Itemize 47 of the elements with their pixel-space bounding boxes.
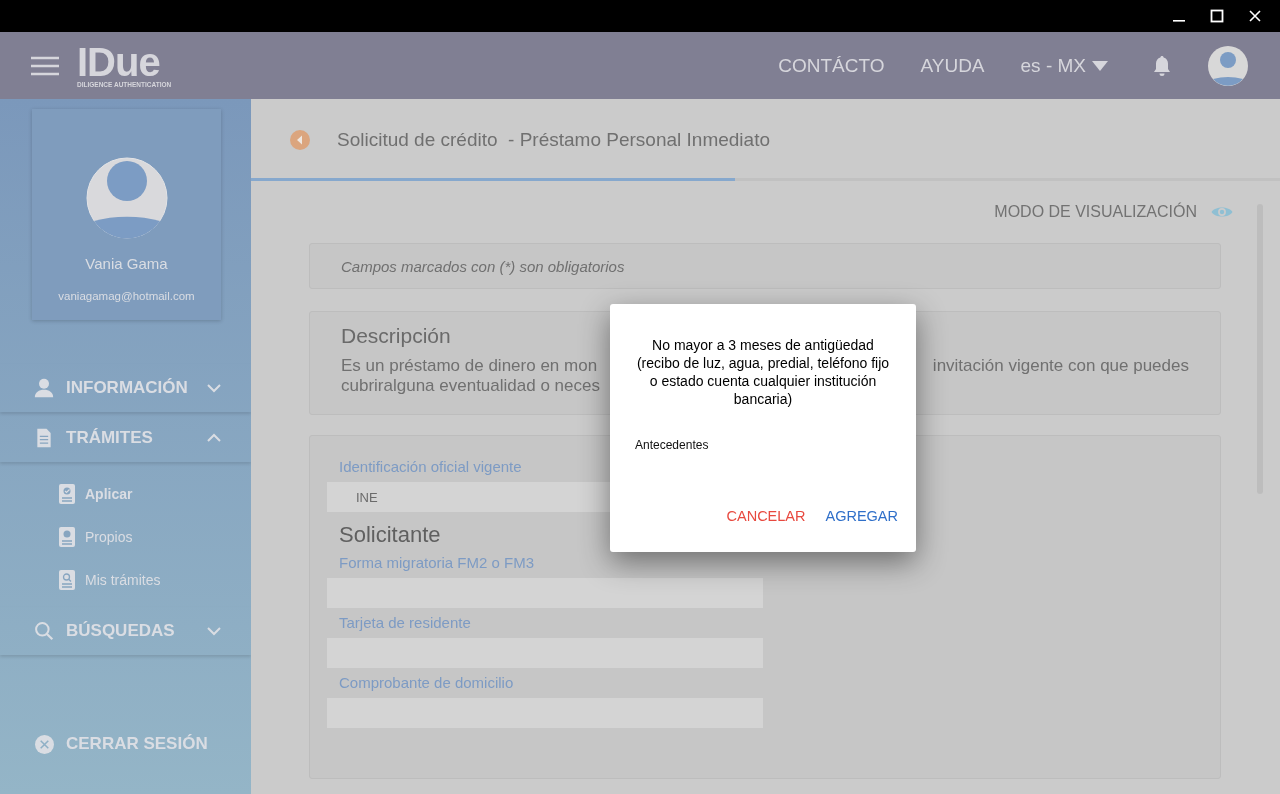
- menu-section[interactable]: INFORMACIÓN: [0, 364, 251, 412]
- bell-icon[interactable]: [1152, 54, 1172, 77]
- id-card-icon: [59, 483, 75, 504]
- field-label: Antecedentes: [634, 438, 710, 452]
- close-icon[interactable]: [1248, 9, 1262, 23]
- close-circle-icon: [35, 734, 54, 754]
- submenu-item[interactable]: Mis trámites: [59, 558, 251, 601]
- page-title: Solicitud de crédito - Préstamo Personal Inmediato: [337, 129, 770, 151]
- menu-section[interactable]: TRÁMITES: [0, 414, 251, 462]
- logo: IDue: [77, 43, 160, 81]
- user-name: Vania Gama: [85, 255, 168, 272]
- section-heading: Solicitante: [338, 522, 442, 548]
- avatar-icon: [85, 157, 168, 239]
- submenu-item[interactable]: Propios: [59, 515, 251, 558]
- field-label: Identificación oficial vigente: [338, 458, 523, 477]
- caret-icon: [1092, 60, 1108, 71]
- person-icon: [34, 377, 54, 399]
- chevron-icon: [207, 626, 221, 636]
- field-label: Forma migratoria FM2 o FM3: [338, 554, 536, 573]
- id-card-icon: [59, 526, 75, 547]
- id-card-icon: [59, 569, 75, 590]
- submenu-item[interactable]: Aplicar: [59, 472, 251, 515]
- description-heading: Descripción: [341, 324, 451, 348]
- language-selector[interactable]: es - MX: [1020, 54, 1108, 77]
- back-icon[interactable]: [290, 130, 310, 150]
- required-note: Campos marcados con (*) son obligatorios: [341, 257, 625, 275]
- nav-link[interactable]: CONTÁCTO: [778, 54, 885, 77]
- maximize-icon[interactable]: [1210, 9, 1224, 23]
- input-field[interactable]: [327, 578, 763, 608]
- chevron-icon: [207, 383, 221, 393]
- chevron-icon: [207, 433, 221, 443]
- description-text: cubriralguna eventualidad o neces: [341, 376, 600, 396]
- logout-button[interactable]: CERRAR SESIÓN: [0, 734, 251, 794]
- menu-section[interactable]: BÚSQUEDAS: [0, 607, 251, 655]
- dialog-button[interactable]: AGREGAR: [821, 504, 902, 528]
- field-label: Tarjeta de residente: [338, 614, 472, 633]
- search-icon: [34, 620, 54, 642]
- avatar-icon[interactable]: [1208, 45, 1248, 86]
- description-text: Es un préstamo de dinero en mon: [341, 356, 598, 376]
- field-label: Comprobante de domicilio: [338, 674, 515, 693]
- dialog-message: No mayor a 3 meses de antigüedad (recibo de luz, agua, predial, teléfono fijo o estado cuenta cualquier institución bancaria): [635, 336, 891, 408]
- menu-icon[interactable]: [31, 55, 59, 76]
- document-icon: [34, 427, 54, 449]
- user-email: vaniagamag@hotmail.com: [58, 290, 195, 302]
- nav-link[interactable]: AYUDA: [920, 54, 985, 77]
- view-mode-label: MODO DE VISUALIZACIÓN: [994, 203, 1197, 221]
- description-text: invitación vigente con que puedes: [932, 356, 1189, 376]
